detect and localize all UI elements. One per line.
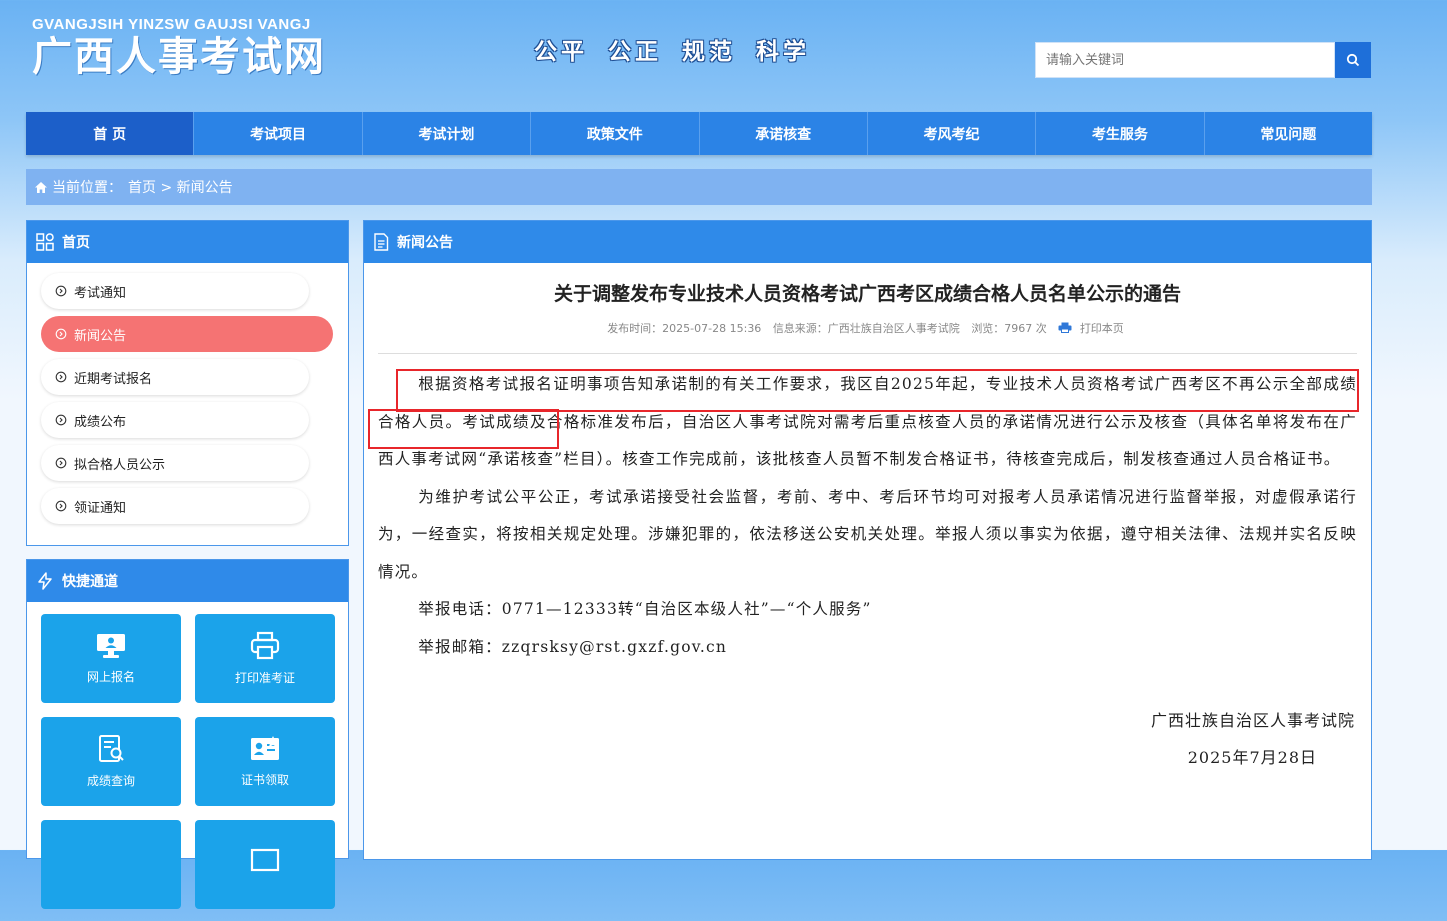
sidebar-item-news[interactable]: 新闻公告 <box>41 316 333 352</box>
computer-user-icon <box>97 634 125 658</box>
document-icon <box>374 233 389 251</box>
circle-arrow-icon <box>55 328 67 340</box>
sidebar-menu-title: 首页 <box>62 235 90 251</box>
report-phone: 举报电话：0771—12333转“自治区本级人社”—“个人服务” <box>418 600 872 618</box>
quick-online-registration[interactable]: 网上报名 <box>41 614 181 703</box>
view-count: 浏览：7967 次 <box>971 322 1047 335</box>
quick-tile-label: 打印准考证 <box>234 671 295 685</box>
sidebar-item-label: 拟合格人员公示 <box>74 457 166 473</box>
breadcrumb-path[interactable]: 首页 > 新闻公告 <box>128 177 233 197</box>
quick-access-title: 快捷通道 <box>62 574 118 590</box>
report-email: 举报邮箱：zzqrsksy@rst.gxzf.gov.cn <box>418 637 728 656</box>
site-header: GVANGJSIH YINZSW GAUJSI VANGJ 广西人事考试网 公平… <box>0 0 1447 110</box>
circle-arrow-icon <box>55 414 67 426</box>
printer-icon <box>1058 322 1072 333</box>
quick-tile-more-1[interactable] <box>41 820 181 909</box>
article-section-title: 新闻公告 <box>397 235 453 251</box>
nav-candidate-service[interactable]: 考生服务 <box>1036 112 1205 155</box>
signature-date: 2025年7月28日 <box>1187 748 1317 767</box>
sidebar-item-certificate-notice[interactable]: 领证通知 <box>41 488 309 524</box>
quick-score-query[interactable]: 成绩查询 <box>41 717 181 806</box>
nav-exam-plan[interactable]: 考试计划 <box>363 112 532 155</box>
publish-time: 发布时间：2025-07-28 15:36 <box>607 322 762 335</box>
article-meta: 发布时间：2025-07-28 15:36 信息来源：广西壮族自治区人事考试院 … <box>364 320 1371 336</box>
document-search-icon <box>99 735 124 762</box>
certificate-icon <box>251 736 279 760</box>
quick-certificate-pickup[interactable]: 证书领取 <box>195 717 335 806</box>
article-paragraph: 根据资格考试报名证明事项告知承诺制的有关工作要求，我区自2025年起，专业技术人… <box>378 375 1357 468</box>
home-icon <box>35 181 47 193</box>
main-nav: 首 页 考试项目 考试计划 政策文件 承诺核查 考风考纪 考生服务 常见问题 <box>26 112 1372 155</box>
circle-arrow-icon <box>55 457 67 469</box>
image-icon <box>250 848 280 871</box>
sidebar-item-exam-notice[interactable]: 考试通知 <box>41 273 309 309</box>
quick-print-admission[interactable]: 打印准考证 <box>195 614 335 703</box>
quick-access-box: 快捷通道 网上报名 打印准考证 成绩查询 证书领取 <box>26 559 349 909</box>
signature-org: 广西壮族自治区人事考试院 <box>1150 711 1355 730</box>
info-source: 信息来源：广西壮族自治区人事考试院 <box>772 322 960 335</box>
circle-arrow-icon <box>55 285 67 297</box>
sidebar-item-label: 成绩公布 <box>74 414 127 430</box>
article-body: 根据资格考试报名证明事项告知承诺制的有关工作要求，我区自2025年起，专业技术人… <box>364 354 1371 666</box>
print-label: 打印本页 <box>1079 322 1124 335</box>
site-slogan: 公平 公正 规范 科学 <box>534 39 811 65</box>
search-input[interactable] <box>1035 42 1335 78</box>
site-logo[interactable]: GVANGJSIH YINZSW GAUJSI VANGJ 广西人事考试网 <box>32 16 326 80</box>
grid-icon <box>36 233 54 251</box>
quick-tile-label: 网上报名 <box>86 670 135 684</box>
nav-faq[interactable]: 常见问题 <box>1205 112 1372 155</box>
article-title: 关于调整发布专业技术人员资格考试广西考区成绩合格人员名单公示的通告 <box>553 283 1181 305</box>
print-link[interactable]: 打印本页 <box>1058 322 1128 335</box>
circle-arrow-icon <box>55 371 67 383</box>
breadcrumb: 当前位置： 首页 > 新闻公告 <box>26 169 1372 205</box>
article-signature: 广西壮族自治区人事考试院 2025年7月28日 <box>364 702 1371 776</box>
nav-discipline[interactable]: 考风考纪 <box>868 112 1037 155</box>
search-icon <box>1346 53 1360 67</box>
nav-exam-items[interactable]: 考试项目 <box>194 112 363 155</box>
search-button[interactable] <box>1335 42 1371 78</box>
quick-tile-label: 成绩查询 <box>86 774 135 788</box>
article-panel-header: 新闻公告 <box>364 221 1371 263</box>
sidebar-menu-header: 首页 <box>27 221 348 263</box>
logo-subtitle: GVANGJSIH YINZSW GAUJSI VANGJ <box>32 16 311 33</box>
quick-tile-label: 证书领取 <box>240 773 289 787</box>
sidebar-item-label: 新闻公告 <box>74 328 127 344</box>
sidebar-item-label: 近期考试报名 <box>74 371 153 387</box>
nav-commitment-check[interactable]: 承诺核查 <box>700 112 868 155</box>
quick-access-header: 快捷通道 <box>27 560 348 602</box>
sidebar-item-label: 领证通知 <box>74 500 127 516</box>
article-paragraph: 为维护考试公平公正，考试承诺接受社会监督，考前、考中、考后环节均可对报考人员承诺… <box>378 487 1357 581</box>
circle-arrow-icon <box>55 500 67 512</box>
quick-tile-more-2[interactable] <box>195 820 335 909</box>
sidebar-item-results[interactable]: 成绩公布 <box>41 402 309 438</box>
breadcrumb-prefix: 当前位置： <box>52 180 122 196</box>
sidebar-menu: 考试通知 新闻公告 近期考试报名 成绩公布 拟合格人员公示 领证通知 <box>27 263 348 524</box>
sidebar-item-recent-registration[interactable]: 近期考试报名 <box>41 359 309 395</box>
sidebar-item-label: 考试通知 <box>74 285 127 301</box>
sidebar-menu-box: 首页 考试通知 新闻公告 近期考试报名 成绩公布 拟合格人员公示 领证通知 <box>26 220 349 546</box>
quick-access-grid: 网上报名 打印准考证 成绩查询 证书领取 <box>27 602 348 921</box>
article-panel: 新闻公告 关于调整发布专业技术人员资格考试广西考区成绩合格人员名单公示的通告 发… <box>363 220 1372 860</box>
nav-home[interactable]: 首 页 <box>26 112 195 155</box>
lightning-icon <box>38 572 52 590</box>
printer-icon <box>250 631 280 660</box>
nav-policy[interactable]: 政策文件 <box>531 112 700 155</box>
search-bar <box>1035 42 1372 78</box>
sidebar-item-qualified-list[interactable]: 拟合格人员公示 <box>41 445 309 481</box>
logo-title: 广西人事考试网 <box>32 33 326 80</box>
